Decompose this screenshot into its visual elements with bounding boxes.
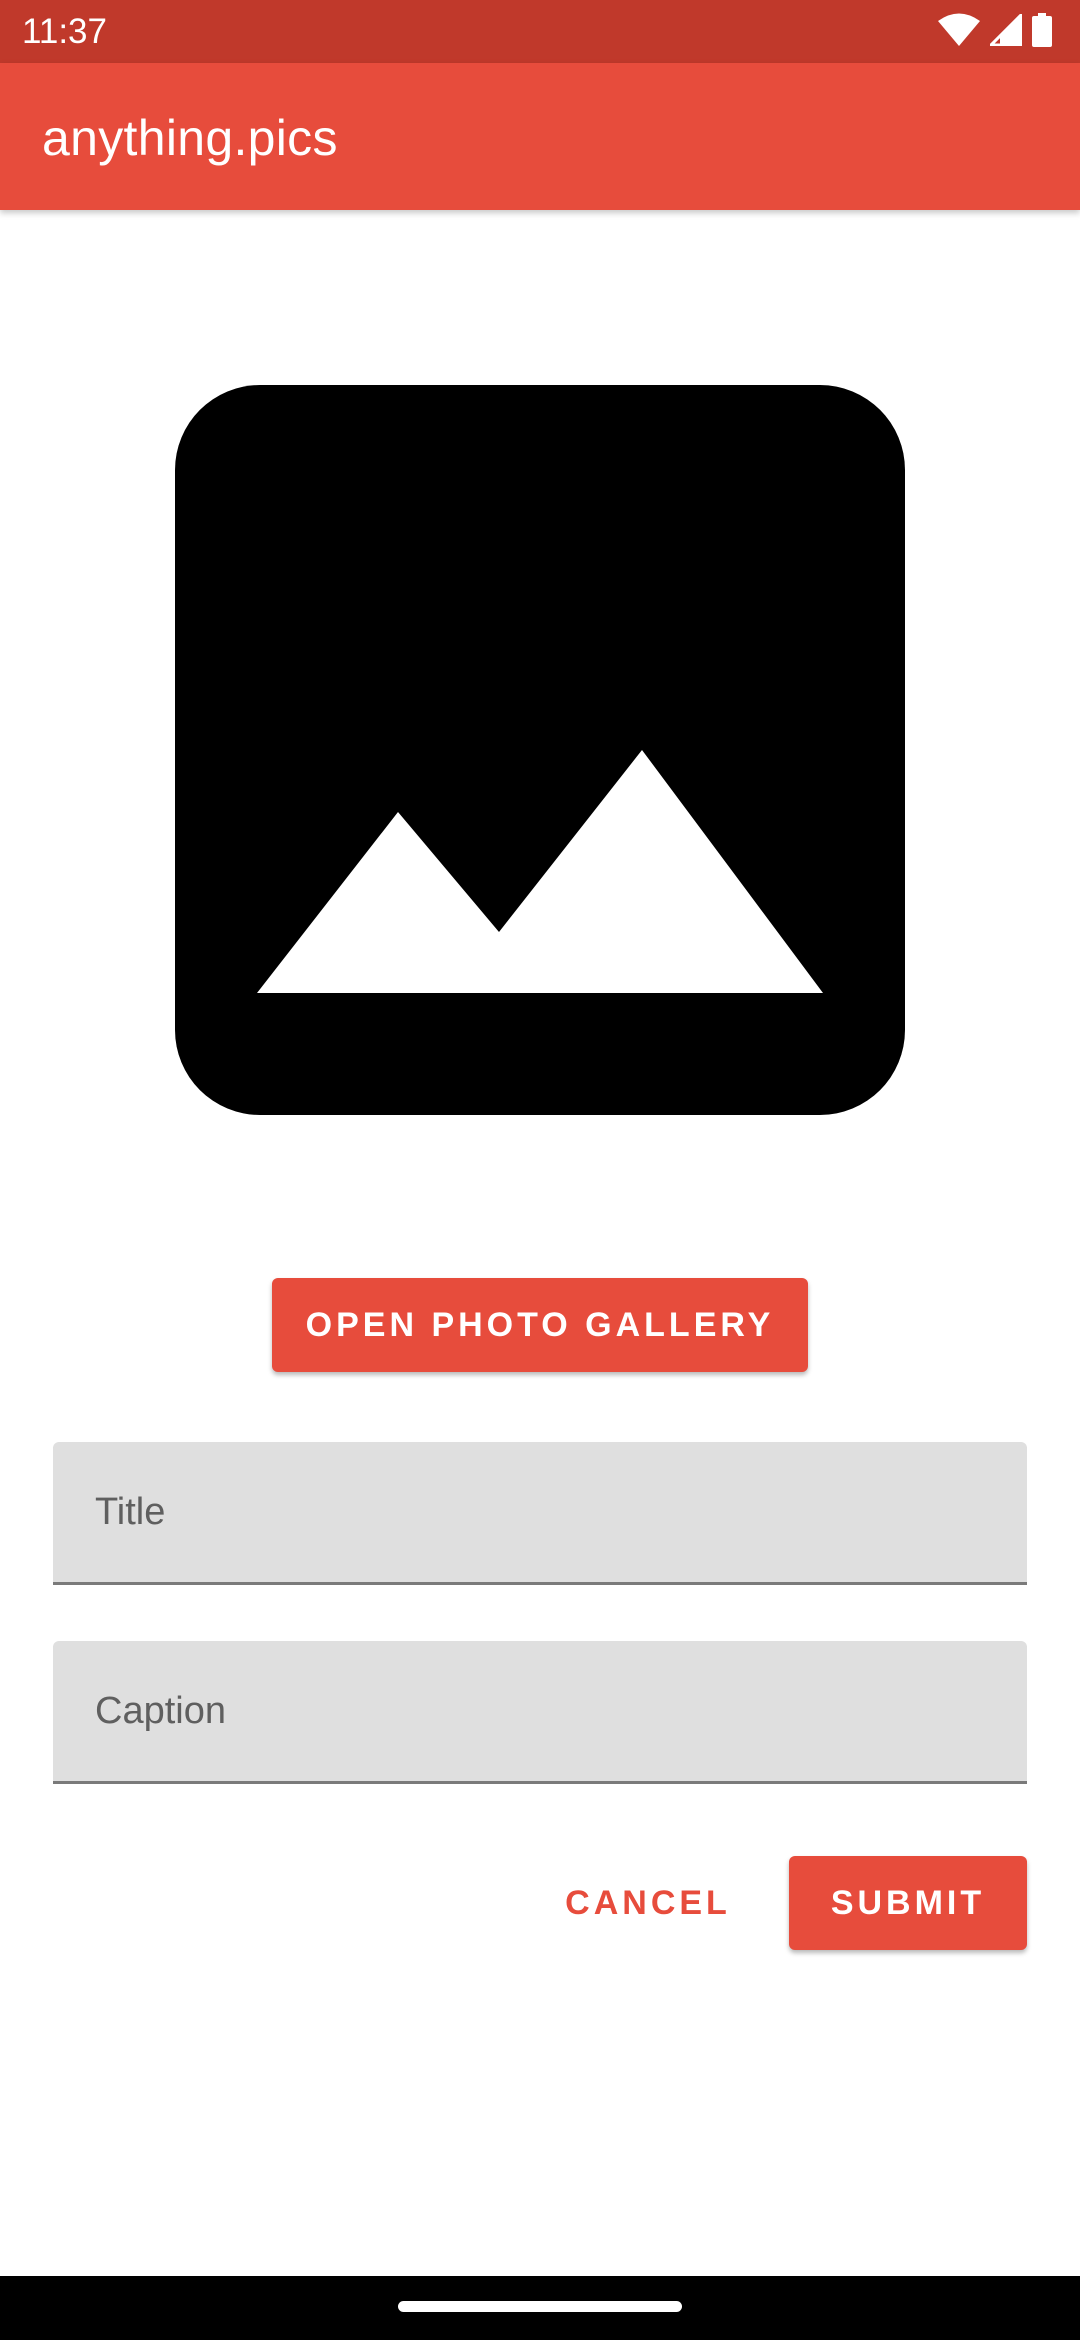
wifi-icon [938, 13, 980, 52]
cancel-button[interactable]: CANCEL [548, 1856, 748, 1950]
status-bar: 11:37 [0, 0, 1080, 63]
caption-field[interactable] [53, 1641, 1027, 1784]
home-handle[interactable] [398, 2301, 682, 2312]
open-photo-gallery-button[interactable]: OPEN PHOTO GALLERY [272, 1278, 808, 1372]
status-icons [938, 10, 1052, 52]
app-bar: anything.pics [0, 63, 1080, 210]
submit-button[interactable]: SUBMIT [789, 1856, 1027, 1950]
app-title: anything.pics [42, 110, 338, 166]
status-time: 11:37 [22, 12, 107, 51]
title-input[interactable] [53, 1442, 1027, 1582]
image-placeholder-icon [175, 385, 905, 1115]
cell-signal-icon [987, 10, 1023, 51]
caption-input[interactable] [53, 1641, 1027, 1781]
battery-icon [1032, 12, 1052, 52]
title-field[interactable] [53, 1442, 1027, 1585]
